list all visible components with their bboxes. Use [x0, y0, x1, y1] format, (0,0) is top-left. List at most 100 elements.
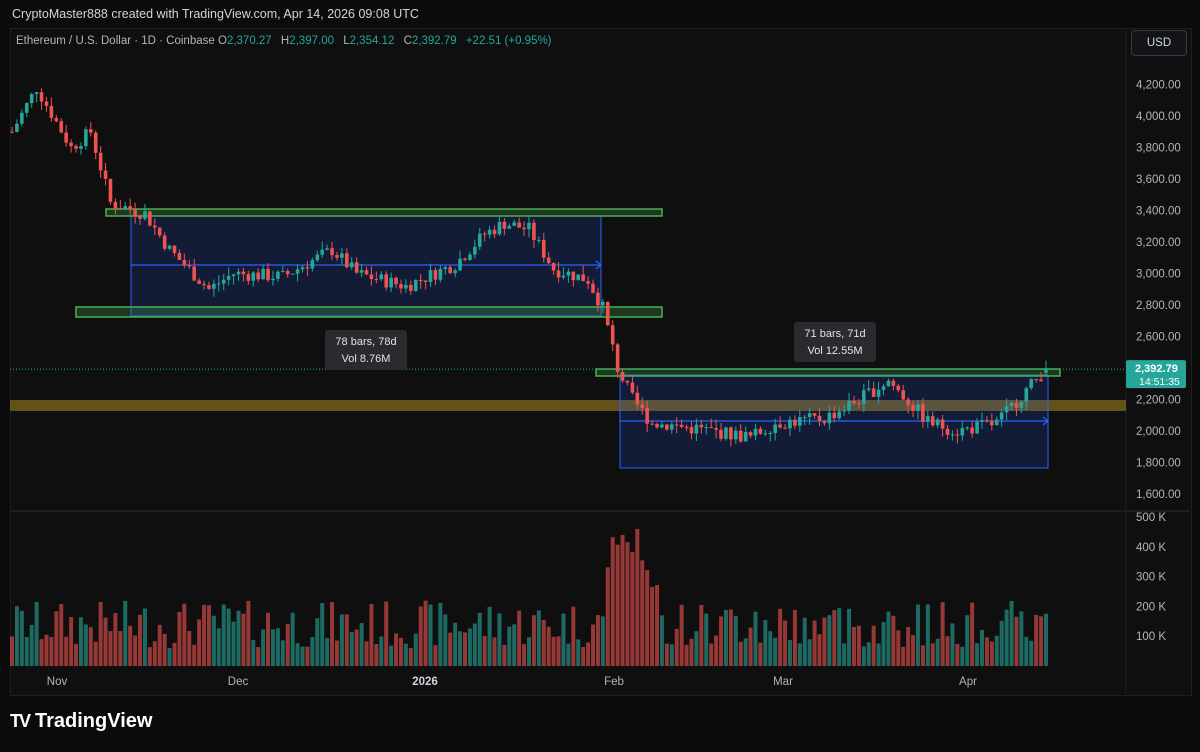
candle-body [123, 206, 128, 210]
candle-body [940, 419, 945, 429]
price-axis-label: 4,200.00 [1136, 80, 1181, 92]
candle-body [788, 419, 792, 429]
volume-bar [837, 608, 842, 666]
candle-body [98, 152, 103, 171]
candle-body [443, 267, 448, 269]
volume-bar [546, 626, 551, 666]
volume-bar [266, 612, 271, 666]
candle-body [340, 253, 344, 258]
volume-bar [236, 610, 241, 666]
candle-body [364, 270, 369, 275]
candle-body [428, 270, 433, 282]
candle-body [965, 427, 970, 429]
volume-bar [709, 643, 714, 666]
candle-body [379, 274, 384, 280]
candle-body [423, 280, 428, 282]
candle-body [271, 278, 275, 281]
volume-bar [142, 608, 147, 666]
candle-body [389, 277, 393, 288]
volume-bar [901, 646, 906, 666]
candle-body [734, 430, 738, 440]
candle-body [93, 132, 98, 153]
volume-bar [256, 647, 261, 666]
time-axis-label: Dec [228, 676, 249, 688]
volume-bar [408, 647, 413, 666]
volume-bar [133, 635, 138, 666]
volume-bar [551, 636, 556, 666]
candle-body [221, 279, 226, 284]
volume-bar [438, 602, 443, 666]
volume-bar [128, 625, 133, 666]
candle-body [738, 430, 743, 442]
volume-bar [906, 627, 911, 666]
volume-bar [940, 602, 945, 666]
volume-bar [482, 635, 487, 666]
candle-body [655, 423, 659, 428]
candle-body [862, 390, 866, 405]
candle-body [847, 400, 851, 411]
volume-axis-label: 100 K [1136, 631, 1166, 643]
volume-bar [315, 618, 320, 666]
candle-body [576, 274, 581, 281]
volume-bar [74, 643, 79, 666]
volume-bar [842, 643, 847, 666]
candle-body [827, 412, 832, 424]
candle-body [79, 146, 83, 149]
candle-body [694, 424, 699, 434]
candle-body [172, 245, 177, 254]
candle-body [724, 427, 728, 439]
candle-body [999, 412, 1004, 420]
volume-bar [197, 619, 202, 666]
candle-body [985, 420, 989, 422]
candle-body [729, 427, 733, 440]
candle-body [468, 254, 472, 261]
volume-bar [344, 614, 349, 666]
volume-bar [295, 643, 300, 666]
volume-bar [93, 641, 98, 666]
candle-body [743, 432, 748, 442]
candle-body [236, 271, 241, 275]
volume-bar [472, 623, 477, 666]
candle-body [433, 270, 438, 280]
price-axis-label: 2,000.00 [1136, 426, 1181, 438]
volume-bar [182, 603, 187, 666]
volume-bar [226, 608, 231, 666]
candle-body [330, 248, 334, 256]
candle-body [896, 385, 901, 391]
candle-body [960, 428, 965, 436]
volume-bar [98, 601, 103, 666]
volume-bar [497, 613, 502, 666]
volume-bar [600, 616, 605, 666]
candle-body [630, 382, 635, 393]
candle-body [290, 273, 295, 275]
candle-body [74, 146, 78, 149]
volume-bar [433, 645, 438, 666]
tradingview-logo[interactable]: TV TradingView [10, 710, 152, 733]
price-chart[interactable]: 4,200.00 4,000.00 3,800.00 3,600.00 3,400.00… [0, 0, 1200, 752]
volume-bar [807, 639, 812, 666]
volume-bar [428, 604, 433, 666]
volume-bar [773, 637, 778, 666]
candle-body [615, 344, 620, 372]
price-axis-label: 2,600.00 [1136, 332, 1181, 344]
candle-body [802, 417, 807, 419]
volume-bar [206, 605, 211, 666]
volume-bar [822, 617, 827, 666]
volume-bar [1029, 640, 1034, 666]
candle-body [635, 392, 640, 405]
volume-bar [950, 623, 955, 666]
candle-body [994, 419, 999, 426]
volume-bar [384, 601, 389, 666]
candle-body [1019, 401, 1024, 408]
volume-bar [152, 641, 157, 666]
candle-body [64, 132, 68, 143]
volume-bar [728, 609, 733, 666]
volume-bar [325, 638, 330, 666]
candle-body [320, 249, 324, 255]
volume-bar [975, 643, 980, 666]
candle-body [108, 178, 113, 202]
candle-body [512, 222, 517, 226]
candle-body [561, 275, 566, 278]
volume-bar [477, 612, 482, 666]
volume-bar [832, 610, 837, 666]
